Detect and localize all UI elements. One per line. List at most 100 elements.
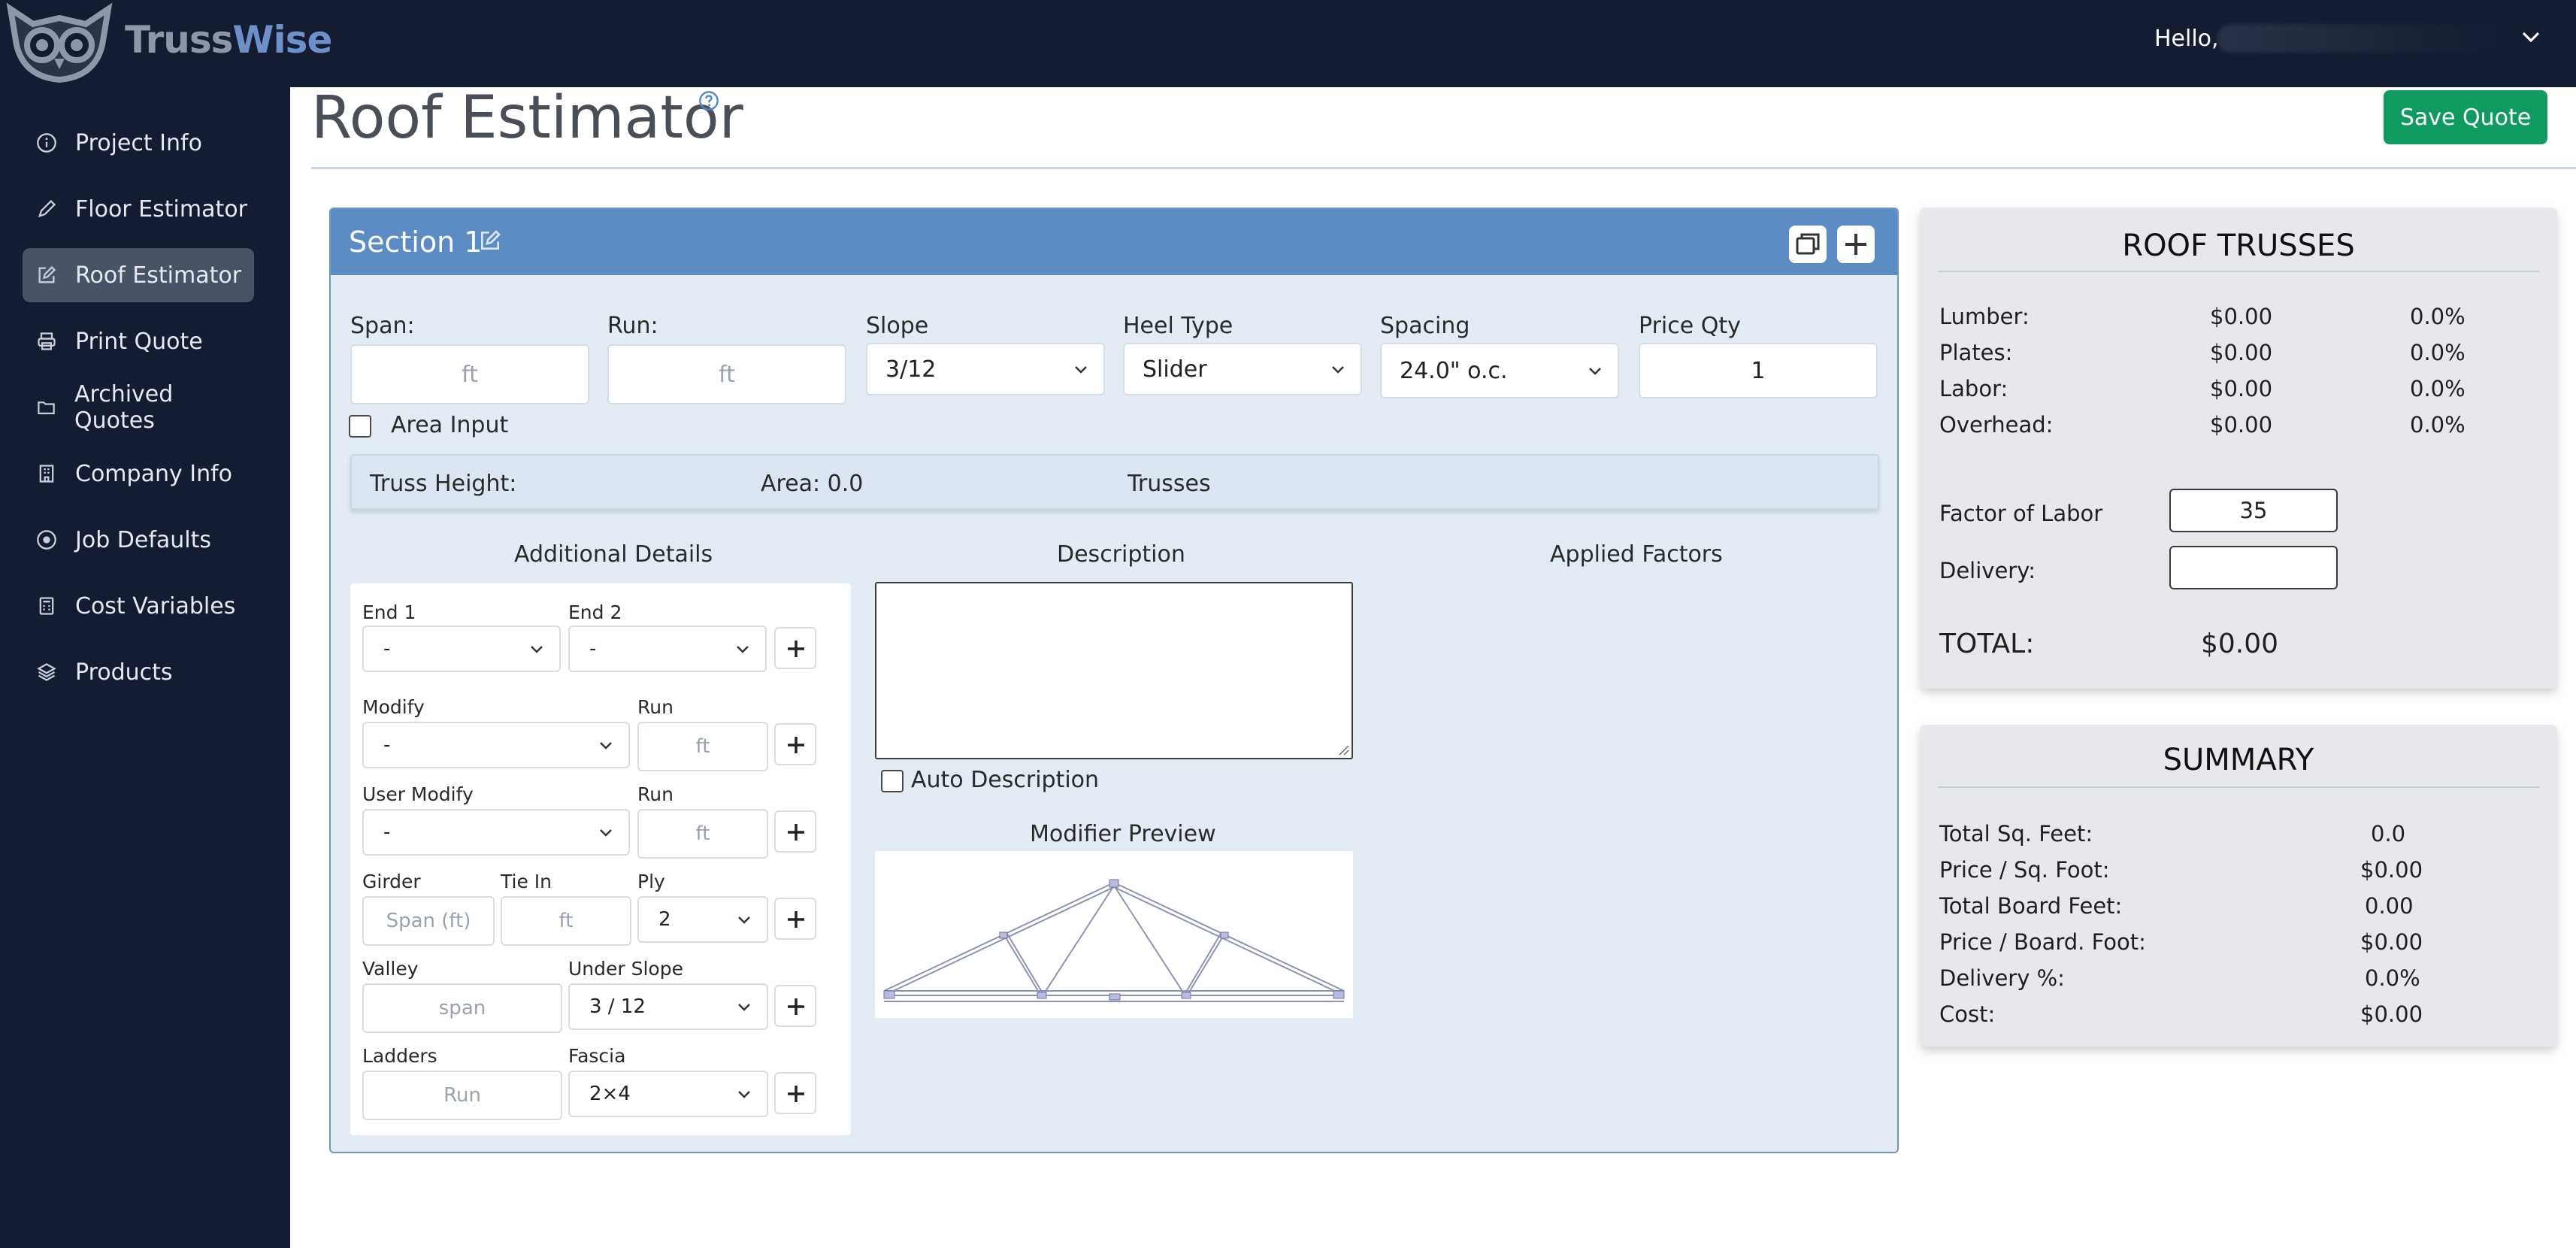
top-bar: TrussWise Hello, [0,0,2576,87]
delivery-input[interactable] [2169,546,2338,589]
folder-icon [38,401,55,415]
ladders-label: Ladders [362,1045,437,1067]
under-slope-value: 3 / 12 [589,995,646,1018]
sidebar-item-project-info[interactable]: Project Info [23,116,254,170]
fascia-value: 2×4 [589,1083,631,1105]
total-sq-feet-label: Total Sq. Feet: [1939,821,2093,847]
panel-divider [1938,786,2539,788]
heel-type-value: Slider [1143,356,1207,383]
span-label: Span: [350,313,415,339]
area-value: Area: 0.0 [761,471,864,497]
sidebar-item-label: Project Info [75,129,202,156]
building-icon [39,465,54,483]
end1-select[interactable]: - [362,626,561,672]
sidebar-item-job-defaults[interactable]: Job Defaults [23,513,254,567]
help-icon[interactable] [698,90,719,111]
factor-of-labor-input[interactable]: 35 [2169,489,2338,532]
cost-value: $0.00 [2360,1001,2423,1027]
valley-input[interactable]: span [362,983,562,1033]
edit-icon [38,265,56,283]
plus-icon [788,824,804,841]
run-input[interactable]: ft [607,344,846,404]
sidebar-item-label: Products [75,659,173,686]
area-input-checkbox[interactable] [349,415,371,438]
add-fascia-button[interactable] [774,1072,816,1114]
user-modify-select[interactable]: - [362,809,630,856]
lumber-label: Lumber: [1939,304,2030,329]
fascia-label: Fascia [568,1045,626,1067]
sidebar-item-label: Company Info [75,460,233,487]
spacing-select[interactable]: 24.0" o.c. [1380,343,1619,398]
chevron-down-icon [1589,368,1601,375]
add-end-button[interactable] [774,627,816,669]
sidebar-item-company-info[interactable]: Company Info [23,447,254,501]
title-divider [311,167,2576,169]
sidebar-item-cost-variables[interactable]: Cost Variables [23,579,254,633]
cost-label: Cost: [1939,1001,1996,1027]
add-user-modify-button[interactable] [774,810,816,853]
sidebar-item-archived-quotes[interactable]: Archived Quotes [23,380,254,435]
page-title: Roof Estimator [311,84,743,152]
slope-label: Slope [866,313,929,339]
sidebar-item-products[interactable]: Products [23,645,254,699]
fascia-select[interactable]: 2×4 [568,1071,768,1117]
ply-label: Ply [637,871,665,892]
user-modify-run-input[interactable]: ft [637,809,768,859]
end2-select[interactable]: - [568,626,767,672]
slope-select[interactable]: 3/12 [866,343,1105,395]
add-girder-button[interactable] [774,898,816,940]
price-per-board-foot-label: Price / Board. Foot: [1939,929,2146,955]
sidebar-item-print-quote[interactable]: Print Quote [23,314,254,368]
total-label: TOTAL: [1939,629,2035,659]
duplicate-section-button[interactable] [1789,226,1827,263]
auto-description-checkbox[interactable] [881,770,904,792]
ladders-input[interactable]: Run [362,1071,562,1120]
applied-factors-heading: Applied Factors [1550,541,1723,568]
girder-input[interactable]: Span (ft) [362,896,495,946]
chevron-down-icon [738,1004,750,1011]
modify-run-input[interactable]: ft [637,722,768,771]
user-modify-value: - [383,821,391,844]
delivery-label: Delivery: [1939,558,2036,583]
chevron-down-icon[interactable] [2520,26,2542,48]
price-qty-label: Price Qty [1639,313,1741,339]
summary-title: SUMMARY [2163,743,2314,777]
add-modify-button[interactable] [774,723,816,765]
save-quote-button[interactable]: Save Quote [2384,90,2547,144]
tie-in-input[interactable]: ft [501,896,631,946]
end1-value: - [383,638,391,660]
under-slope-select[interactable]: 3 / 12 [568,983,768,1030]
plates-percent: 0.0% [2410,340,2466,365]
heel-type-select[interactable]: Slider [1123,343,1362,395]
sidebar-item-label: Job Defaults [75,526,212,553]
overhead-percent: 0.0% [2410,412,2466,438]
section-card: Section 1 Span: ft Run: ft Slope 3/12 He… [329,207,1899,1153]
modify-value: - [383,734,391,756]
span-input[interactable]: ft [350,344,589,404]
sidebar-item-floor-estimator[interactable]: Floor Estimator [23,182,254,236]
edit-icon[interactable] [478,229,502,253]
owl-logo-icon [6,2,113,83]
add-section-button[interactable] [1837,226,1875,263]
labor-label: Labor: [1939,376,2008,401]
logo[interactable]: TrussWise [3,2,332,84]
end1-label: End 1 [362,601,416,623]
modify-select[interactable]: - [362,722,630,768]
add-valley-button[interactable] [774,985,816,1027]
chevron-down-icon [1332,366,1344,374]
chevron-down-icon [531,646,543,653]
sidebar-item-label: Archived Quotes [74,381,174,434]
truss-info-bar: Truss Height: Area: 0.0 Trusses [350,454,1879,510]
chevron-down-icon [600,829,612,837]
price-per-board-foot-value: $0.00 [2360,929,2423,955]
truss-height-label: Truss Height: [370,471,517,497]
panel-divider [1938,271,2539,272]
ply-select[interactable]: 2 [637,896,768,943]
end2-label: End 2 [568,601,622,623]
price-qty-input[interactable]: 1 [1639,343,1878,398]
chevron-down-icon [737,646,749,653]
description-textarea[interactable] [875,582,1353,759]
plus-icon [1845,234,1866,255]
sidebar-item-roof-estimator[interactable]: Roof Estimator [23,248,254,302]
sidebar-item-label: Print Quote [75,328,203,355]
